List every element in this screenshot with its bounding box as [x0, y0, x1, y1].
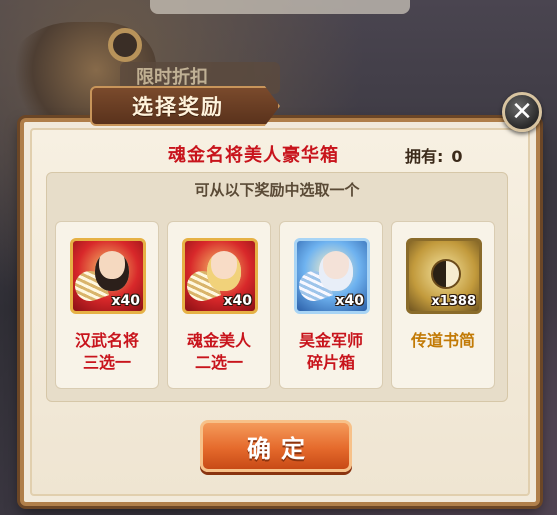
owned-count: 拥有: 0 [405, 143, 463, 167]
reward-quantity: x1388 [431, 294, 476, 309]
scroll-icon: x1388 [406, 238, 482, 314]
confirm-label: 确定 [247, 434, 315, 463]
ornament-ring [108, 28, 142, 62]
reward-quantity: x40 [335, 293, 364, 309]
reward-quantity: x40 [111, 293, 140, 309]
strategist-portrait-icon: x40 [294, 238, 370, 314]
reward-label: 传道书简 [410, 331, 475, 350]
portrait-face [95, 251, 129, 291]
portrait-face [207, 251, 241, 291]
reward-card-strategist[interactable]: x40 昊金军师 碎片箱 [279, 221, 383, 389]
portrait-face [319, 251, 353, 291]
chest-name: 魂金名将美人豪华箱 [168, 145, 339, 166]
reward-panel: 可从以下奖励中选取一个 x40 汉武名将 三选一 x40 魂金美人 二选一 x4… [46, 172, 508, 402]
close-button[interactable]: ✕ [502, 92, 542, 132]
owned-label: 拥有: [405, 147, 444, 166]
confirm-button[interactable]: 确定 [200, 420, 352, 472]
reward-label: 汉武名将 三选一 [74, 331, 139, 372]
reward-label: 昊金军师 碎片箱 [298, 331, 363, 372]
reward-quantity: x40 [223, 293, 252, 309]
owned-value: 0 [451, 147, 463, 166]
dialog-title: 选择奖励 [132, 95, 224, 119]
reward-card-beauty[interactable]: x40 魂金美人 二选一 [167, 221, 271, 389]
dialog-title-banner: 选择奖励 [90, 86, 280, 126]
reward-card-scroll[interactable]: x1388 传道书简 [391, 221, 495, 389]
close-icon: ✕ [511, 97, 533, 127]
yin-yang-icon [431, 259, 461, 289]
general-portrait-icon: x40 [70, 238, 146, 314]
reward-card-general[interactable]: x40 汉武名将 三选一 [55, 221, 159, 389]
beauty-portrait-icon: x40 [182, 238, 258, 314]
reward-hint: 可从以下奖励中选取一个 [194, 181, 360, 199]
reward-label: 魂金美人 二选一 [186, 331, 251, 372]
background-banner [150, 0, 410, 14]
